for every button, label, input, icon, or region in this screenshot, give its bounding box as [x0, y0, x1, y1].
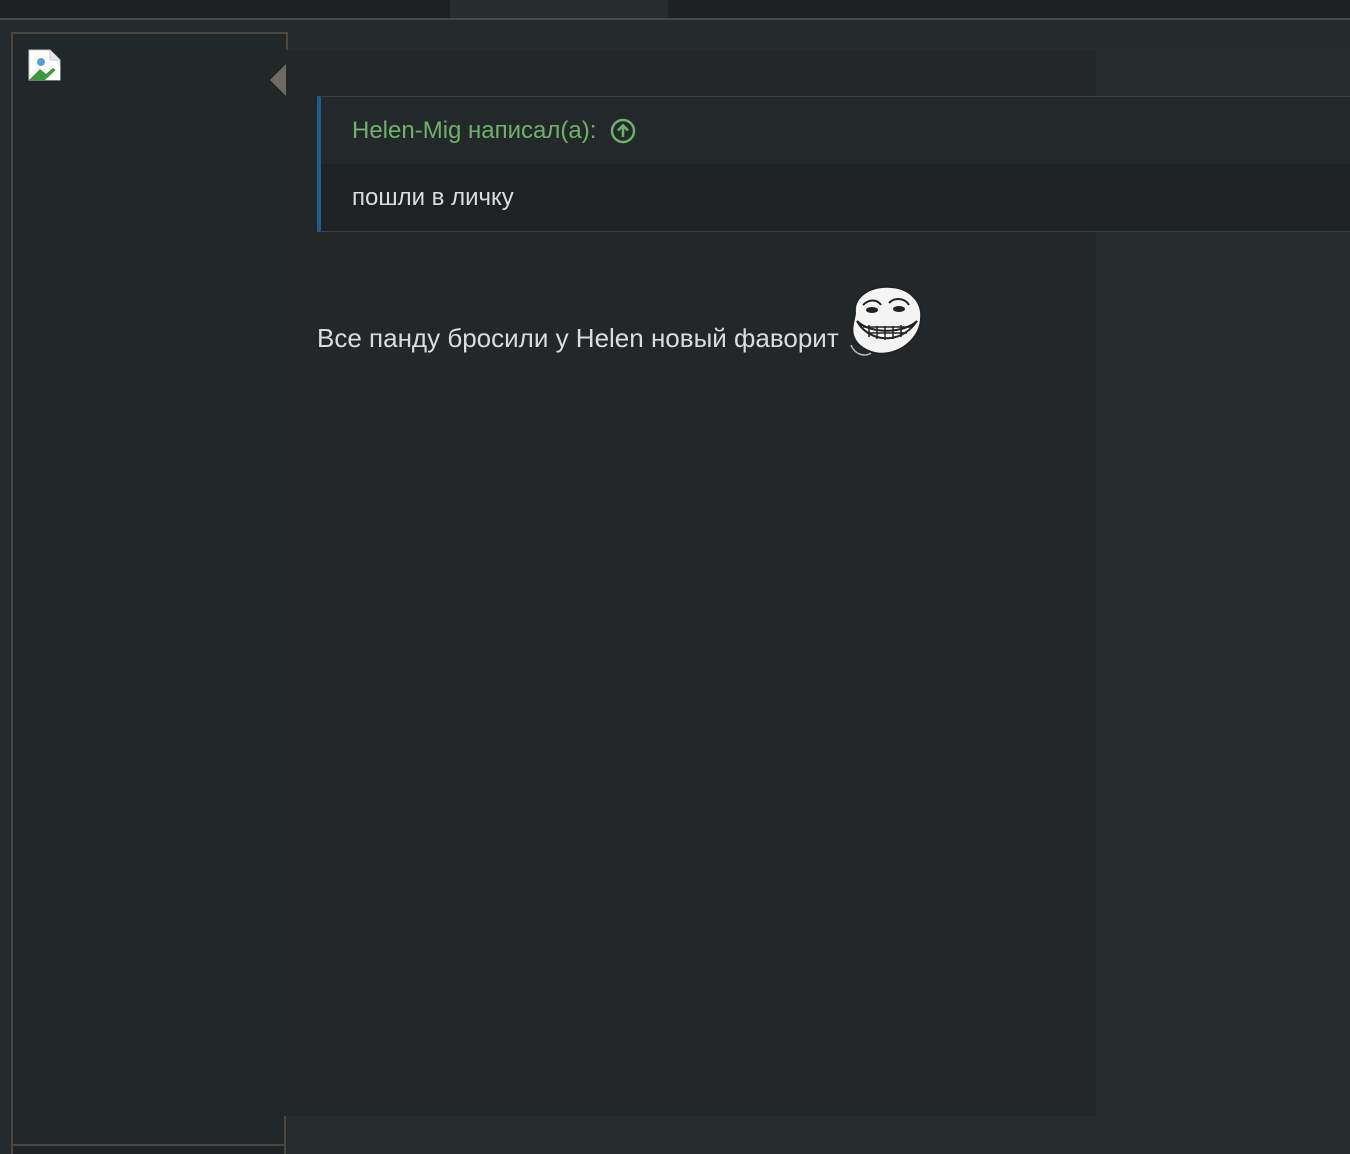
- forum-post-page: Helen-Mig написал(а): пошли в личку Все …: [0, 0, 1350, 1154]
- quote-text: пошли в личку: [352, 183, 514, 211]
- quote-author[interactable]: Helen-Mig написал(а):: [352, 117, 596, 145]
- user-info-panel: [11, 32, 288, 1146]
- user-panel-footer: [11, 1144, 288, 1154]
- top-bar: [0, 0, 1350, 20]
- active-tab[interactable]: [450, 0, 668, 18]
- message-text: Все панду бросили у Helen новый фаворит: [317, 323, 839, 353]
- post-message: Все панду бросили у Helen новый фаворит: [317, 283, 925, 361]
- quote-content: пошли в личку: [321, 164, 1350, 231]
- quote-header: Helen-Mig написал(а):: [321, 97, 1350, 164]
- broken-image-icon[interactable]: [28, 49, 61, 81]
- arrow-up-circle-icon[interactable]: [610, 118, 636, 144]
- trollface-smiley-icon: [845, 283, 925, 361]
- bottom-background: [286, 1116, 1096, 1154]
- post-pointer-arrow: [270, 64, 286, 96]
- quote-block: Helen-Mig написал(а): пошли в личку: [317, 96, 1350, 232]
